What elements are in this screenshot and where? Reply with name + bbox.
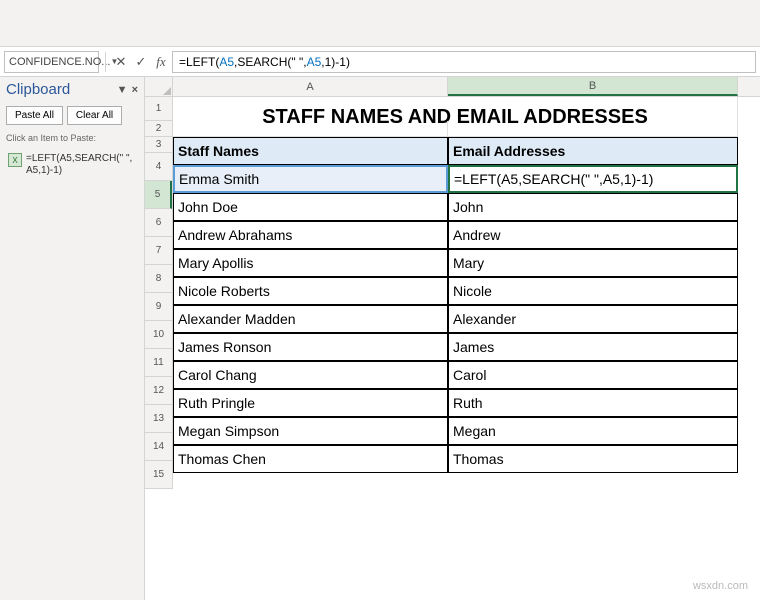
- cell-B5-active[interactable]: =LEFT(A5,SEARCH(" ",A5,1)-1): [448, 165, 738, 193]
- cell[interactable]: Nicole Roberts: [173, 277, 448, 305]
- enter-icon[interactable]: ✓: [132, 53, 150, 71]
- clipboard-buttons: Paste All Clear All: [6, 106, 138, 125]
- excel-icon: X: [8, 153, 22, 167]
- cell-A5[interactable]: Emma Smith: [173, 165, 448, 193]
- row-headers: 1 2 3 4 5 6 7 8 9 10 11 12 13 14 15: [145, 97, 173, 489]
- row-header[interactable]: 13: [145, 405, 172, 433]
- cell[interactable]: Thomas: [448, 445, 738, 473]
- clipboard-hint: Click an Item to Paste:: [6, 133, 138, 143]
- row-header[interactable]: 4: [145, 153, 172, 181]
- main-area: Clipboard ▼ × Paste All Clear All Click …: [0, 77, 760, 600]
- clipboard-item[interactable]: X =LEFT(A5,SEARCH(" ",A5,1)-1): [6, 149, 138, 181]
- cell[interactable]: Ruth: [448, 389, 738, 417]
- watermark: wsxdn.com: [693, 580, 748, 592]
- row-header[interactable]: 8: [145, 265, 172, 293]
- ribbon: [0, 0, 760, 47]
- cell[interactable]: Nicole: [448, 277, 738, 305]
- clipboard-header: Clipboard ▼ ×: [6, 81, 138, 98]
- cell[interactable]: Ruth Pringle: [173, 389, 448, 417]
- cell[interactable]: Carol: [448, 361, 738, 389]
- cell[interactable]: [173, 121, 448, 137]
- fx-icon[interactable]: fx: [152, 53, 170, 71]
- clear-all-button[interactable]: Clear All: [67, 106, 122, 125]
- header-email[interactable]: Email Addresses: [448, 137, 738, 165]
- row-header[interactable]: 11: [145, 349, 172, 377]
- cell[interactable]: Megan Simpson: [173, 417, 448, 445]
- cell[interactable]: Thomas Chen: [173, 445, 448, 473]
- row-header[interactable]: 1: [145, 97, 172, 121]
- cell[interactable]: John Doe: [173, 193, 448, 221]
- cell[interactable]: James: [448, 333, 738, 361]
- row-header[interactable]: 2: [145, 121, 172, 137]
- clipboard-item-text: =LEFT(A5,SEARCH(" ",A5,1)-1): [26, 153, 136, 177]
- row-header[interactable]: 12: [145, 377, 172, 405]
- clipboard-title: Clipboard: [6, 81, 70, 98]
- cell[interactable]: Mary: [448, 249, 738, 277]
- row-header[interactable]: 14: [145, 433, 172, 461]
- clipboard-header-icons: ▼ ×: [117, 84, 138, 96]
- name-box-text: CONFIDENCE.NO...: [9, 56, 110, 68]
- formula-input[interactable]: =LEFT(A5,SEARCH(" ",A5,1)-1): [172, 51, 756, 73]
- row-header[interactable]: 3: [145, 137, 172, 153]
- column-headers: A B: [173, 77, 760, 97]
- cell[interactable]: Alexander: [448, 305, 738, 333]
- separator: [105, 52, 106, 72]
- row-header[interactable]: 15: [145, 461, 172, 489]
- grid: STAFF NAMES AND EMAIL ADDRESSES Staff Na…: [173, 97, 760, 473]
- spreadsheet[interactable]: A B 1 2 3 4 5 6 7 8 9 10 11 12 13 14 15 …: [145, 77, 760, 600]
- row-header[interactable]: 7: [145, 237, 172, 265]
- select-all-corner[interactable]: [145, 77, 173, 97]
- col-header-A[interactable]: A: [173, 77, 448, 96]
- triangle-icon: [163, 87, 171, 95]
- cell[interactable]: Andrew: [448, 221, 738, 249]
- formula-bar: CONFIDENCE.NO... ▼ ✕ ✓ fx =LEFT(A5,SEARC…: [0, 47, 760, 77]
- chevron-down-icon[interactable]: ▼: [117, 84, 128, 96]
- paste-all-button[interactable]: Paste All: [6, 106, 63, 125]
- row-header[interactable]: 5: [145, 181, 172, 209]
- cancel-icon[interactable]: ✕: [112, 53, 130, 71]
- close-icon[interactable]: ×: [132, 84, 138, 96]
- cell[interactable]: James Ronson: [173, 333, 448, 361]
- cell[interactable]: Megan: [448, 417, 738, 445]
- row-header[interactable]: 9: [145, 293, 172, 321]
- cell[interactable]: Mary Apollis: [173, 249, 448, 277]
- row-header[interactable]: 6: [145, 209, 172, 237]
- row-header[interactable]: 10: [145, 321, 172, 349]
- cell[interactable]: [448, 121, 738, 137]
- header-staff-names[interactable]: Staff Names: [173, 137, 448, 165]
- clipboard-panel: Clipboard ▼ × Paste All Clear All Click …: [0, 77, 145, 600]
- cell[interactable]: Carol Chang: [173, 361, 448, 389]
- cell[interactable]: Andrew Abrahams: [173, 221, 448, 249]
- cell[interactable]: Alexander Madden: [173, 305, 448, 333]
- name-box[interactable]: CONFIDENCE.NO... ▼: [4, 51, 99, 73]
- col-header-B[interactable]: B: [448, 77, 738, 96]
- cell[interactable]: John: [448, 193, 738, 221]
